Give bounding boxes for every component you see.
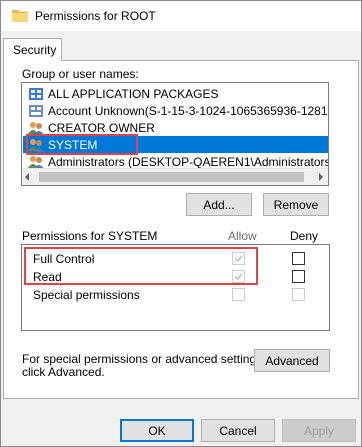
- list-item-label: Account Unknown(S-1-15-3-1024-1065365936…: [48, 103, 328, 118]
- system-highlight-box: [26, 134, 138, 155]
- apply-button: Apply: [282, 419, 356, 442]
- cancel-button[interactable]: Cancel: [201, 419, 275, 442]
- permissions-highlight-box: [24, 247, 258, 285]
- permission-name: Special permissions: [33, 288, 140, 302]
- deny-full-control-checkbox[interactable]: [292, 252, 305, 265]
- advanced-note-line1: For special permissions or advanced sett…: [22, 352, 266, 366]
- allow-header: Allow: [228, 229, 257, 243]
- app-packages-icon: [28, 86, 44, 102]
- window-title: Permissions for ROOT: [35, 9, 156, 23]
- unknown-account-icon: [28, 103, 44, 119]
- advanced-button[interactable]: Advanced: [254, 349, 330, 372]
- deny-special-checkbox: [292, 288, 305, 301]
- tab-security[interactable]: Security: [3, 38, 62, 61]
- list-item-label: ALL APPLICATION PACKAGES: [48, 86, 219, 101]
- list-item[interactable]: ALL APPLICATION PACKAGES: [23, 85, 328, 102]
- permissions-label: Permissions for SYSTEM: [22, 229, 158, 243]
- horizontal-scrollbar[interactable]: [22, 168, 328, 185]
- list-item-label: CREATOR OWNER: [48, 120, 155, 135]
- add-button[interactable]: Add...: [186, 193, 252, 216]
- scrollbar-thumb[interactable]: [39, 172, 304, 182]
- folder-icon: [12, 9, 28, 22]
- title-bar[interactable]: Permissions for ROOT: [1, 1, 361, 31]
- list-item-label: Administrators (DESKTOP-QAEREN1\Administ…: [48, 154, 329, 169]
- remove-button[interactable]: Remove: [263, 193, 329, 216]
- ok-button[interactable]: OK: [120, 419, 194, 442]
- group-list-label: Group or user names:: [22, 67, 139, 81]
- scroll-left-icon[interactable]: [25, 173, 29, 181]
- deny-header: Deny: [290, 229, 319, 243]
- scroll-right-icon[interactable]: [319, 173, 323, 181]
- deny-read-checkbox[interactable]: [292, 270, 305, 283]
- advanced-note-line2: click Advanced.: [22, 365, 105, 379]
- list-item[interactable]: Account Unknown(S-1-15-3-1024-1065365936…: [23, 102, 328, 119]
- allow-special-checkbox: [232, 288, 245, 301]
